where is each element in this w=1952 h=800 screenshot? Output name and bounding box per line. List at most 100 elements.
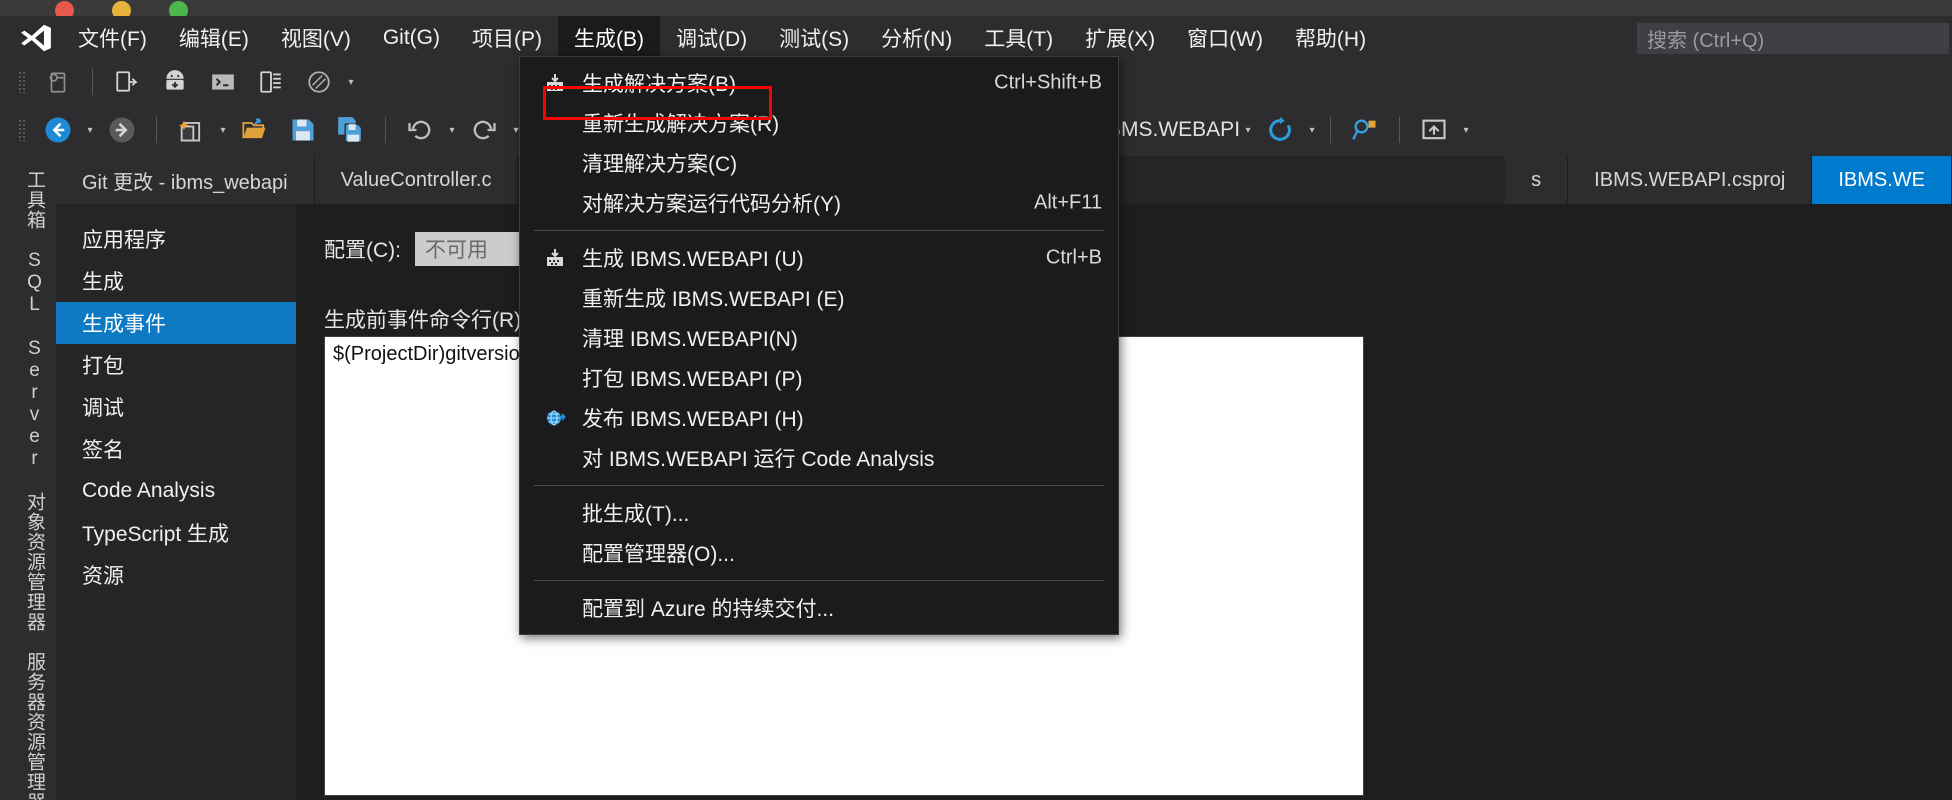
menu-item-clean-solution[interactable]: 清理解决方案(C)	[520, 143, 1118, 183]
terminal-icon[interactable]	[204, 65, 242, 99]
restart-icon[interactable]	[1261, 113, 1299, 147]
menu-item-run-code-analysis-solution[interactable]: 对解决方案运行代码分析(Y) Alt+F11	[520, 183, 1118, 223]
undo-chevron-icon[interactable]: ▾	[444, 113, 460, 147]
pre-build-event-label: 生成前事件命令行(R):	[324, 309, 527, 332]
tab-csproj[interactable]: IBMS.WEBAPI.csproj	[1568, 156, 1813, 204]
toolbar-grip-2[interactable]	[18, 119, 26, 141]
prop-nav-debug[interactable]: 调试	[56, 386, 296, 428]
menu-item-publish-project[interactable]: 发布 IBMS.WEBAPI (H)	[520, 398, 1118, 438]
menu-item-label: 批生成(T)...	[582, 503, 690, 526]
device-layout-icon[interactable]	[252, 65, 290, 99]
navigate-forward-icon[interactable]	[103, 113, 141, 147]
vertical-tool-tabs: 工具箱 SQL Server 对象资源管理器 服务器资源管理器	[10, 160, 56, 800]
undo-icon[interactable]	[401, 113, 439, 147]
menu-item-label: 配置管理器(O)...	[582, 543, 735, 566]
toolbar-separator-4	[1330, 117, 1332, 143]
prop-nav-resources[interactable]: 资源	[56, 554, 296, 596]
menu-item-label: 配置到 Azure 的持续交付...	[582, 598, 835, 621]
menu-item-clean-project[interactable]: 清理 IBMS.WEBAPI(N)	[520, 318, 1118, 358]
menu-item-batch-build[interactable]: 批生成(T)...	[520, 493, 1118, 533]
menu-file[interactable]: 文件(F)	[62, 16, 163, 60]
prop-nav-typescript-build[interactable]: TypeScript 生成	[56, 512, 296, 554]
visual-studio-logo-icon	[10, 16, 62, 60]
menu-build[interactable]: 生成(B)	[557, 16, 660, 60]
global-search-input[interactable]: 搜索 (Ctrl+Q)	[1637, 23, 1949, 54]
navigate-back-chevron-icon[interactable]: ▾	[82, 113, 98, 147]
vtab-toolbox[interactable]: 工具箱	[21, 160, 48, 240]
menu-item-shortcut: Ctrl+B	[1045, 246, 1102, 269]
toolbar-overflow-chevron-icon[interactable]: ▾	[343, 65, 359, 99]
tab-git-changes[interactable]: Git 更改 - ibms_webapi	[56, 156, 315, 204]
menu-help[interactable]: 帮助(H)	[1279, 16, 1382, 60]
tab-s[interactable]: s	[1505, 156, 1569, 204]
new-item-chevron-icon[interactable]: ▾	[215, 113, 231, 147]
android-device-manager-icon[interactable]	[156, 65, 194, 99]
save-icon[interactable]	[284, 113, 322, 147]
menu-extensions[interactable]: 扩展(X)	[1069, 16, 1171, 60]
tab-valuecontroller[interactable]: ValueController.c	[314, 156, 519, 204]
properties-nav-list: 应用程序 生成 生成事件 打包 调试 签名 Code Analysis Type…	[56, 204, 296, 800]
menu-item-label: 生成解决方案(B)	[582, 73, 736, 96]
startup-project-combo[interactable]: BMS.WEBAPI	[1107, 118, 1240, 142]
attach-to-process-icon[interactable]	[39, 65, 77, 99]
vtab-sql-server-object-explorer[interactable]: SQL Server 对象资源管理器	[21, 240, 48, 642]
build-solution-icon	[542, 70, 568, 96]
menu-item-shortcut: Alt+F11	[1034, 191, 1102, 214]
prop-nav-signing[interactable]: 签名	[56, 428, 296, 470]
menu-item-rebuild-project[interactable]: 重新生成 IBMS.WEBAPI (E)	[520, 278, 1118, 318]
restart-chevron-icon[interactable]: ▾	[1304, 113, 1320, 147]
menu-git[interactable]: Git(G)	[367, 16, 456, 60]
menu-window[interactable]: 窗口(W)	[1171, 16, 1279, 60]
toolbar-grip-1[interactable]	[18, 71, 26, 93]
device-deploy-icon[interactable]	[108, 65, 146, 99]
vtab-server-explorer[interactable]: 服务器资源管理器	[21, 642, 48, 800]
menu-item-configuration-manager[interactable]: 配置管理器(O)...	[520, 533, 1118, 573]
menu-analyze[interactable]: 分析(N)	[865, 16, 968, 60]
home-icon[interactable]	[1415, 113, 1453, 147]
publish-globe-icon	[542, 405, 568, 431]
toolbar-separator-5	[1399, 117, 1401, 143]
menu-debug[interactable]: 调试(D)	[660, 16, 763, 60]
no-sync-icon[interactable]	[300, 65, 338, 99]
menu-item-run-code-analysis-project[interactable]: 对 IBMS.WEBAPI 运行 Code Analysis	[520, 438, 1118, 478]
os-titlebar	[0, 0, 1952, 20]
toolbar-overflow-2-icon[interactable]: ▾	[1458, 113, 1474, 147]
redo-icon[interactable]	[465, 113, 503, 147]
menu-item-label: 打包 IBMS.WEBAPI (P)	[582, 368, 803, 391]
menu-project[interactable]: 项目(P)	[456, 16, 558, 60]
menu-item-build-project[interactable]: 生成 IBMS.WEBAPI (U) Ctrl+B	[520, 238, 1118, 278]
menu-item-configure-azure-continuous-delivery[interactable]: 配置到 Azure 的持续交付...	[520, 588, 1118, 628]
menu-tools[interactable]: 工具(T)	[968, 16, 1069, 60]
tab-ibms-webapi-selected[interactable]: IBMS.WE	[1812, 156, 1952, 204]
find-in-files-icon[interactable]	[1346, 113, 1384, 147]
menu-item-label: 生成 IBMS.WEBAPI (U)	[582, 248, 804, 271]
menu-separator-3	[534, 580, 1104, 581]
visual-studio-window: 文件(F) 编辑(E) 视图(V) Git(G) 项目(P) 生成(B) 调试(…	[0, 0, 1952, 800]
menu-item-label: 对 IBMS.WEBAPI 运行 Code Analysis	[582, 448, 935, 471]
menu-item-pack-project[interactable]: 打包 IBMS.WEBAPI (P)	[520, 358, 1118, 398]
navigate-back-icon[interactable]	[39, 113, 77, 147]
menu-item-label: 重新生成解决方案(R)	[582, 113, 780, 136]
menu-view[interactable]: 视图(V)	[265, 16, 367, 60]
build-project-icon	[542, 245, 568, 271]
left-edge-strip	[0, 204, 10, 800]
menu-separator-1	[534, 230, 1104, 231]
menu-item-label: 清理解决方案(C)	[582, 153, 738, 176]
new-item-icon[interactable]	[172, 113, 210, 147]
prop-nav-build-events[interactable]: 生成事件	[56, 302, 296, 344]
prop-nav-application[interactable]: 应用程序	[56, 218, 296, 260]
build-menu-dropdown: 生成解决方案(B) Ctrl+Shift+B 重新生成解决方案(R) 清理解决方…	[519, 56, 1119, 635]
save-all-icon[interactable]	[332, 113, 370, 147]
prop-nav-build[interactable]: 生成	[56, 260, 296, 302]
menu-item-build-solution[interactable]: 生成解决方案(B) Ctrl+Shift+B	[520, 63, 1118, 103]
menu-item-shortcut: Ctrl+Shift+B	[994, 71, 1102, 94]
menu-item-label: 清理 IBMS.WEBAPI(N)	[582, 328, 798, 351]
startup-project-chevron-icon[interactable]: ▾	[1240, 113, 1256, 147]
prop-nav-code-analysis[interactable]: Code Analysis	[56, 470, 296, 512]
open-file-icon[interactable]	[236, 113, 274, 147]
menu-edit[interactable]: 编辑(E)	[163, 16, 265, 60]
toolbar-separator-2	[156, 117, 157, 143]
prop-nav-package[interactable]: 打包	[56, 344, 296, 386]
menu-test[interactable]: 测试(S)	[763, 16, 865, 60]
menu-item-rebuild-solution[interactable]: 重新生成解决方案(R)	[520, 103, 1118, 143]
